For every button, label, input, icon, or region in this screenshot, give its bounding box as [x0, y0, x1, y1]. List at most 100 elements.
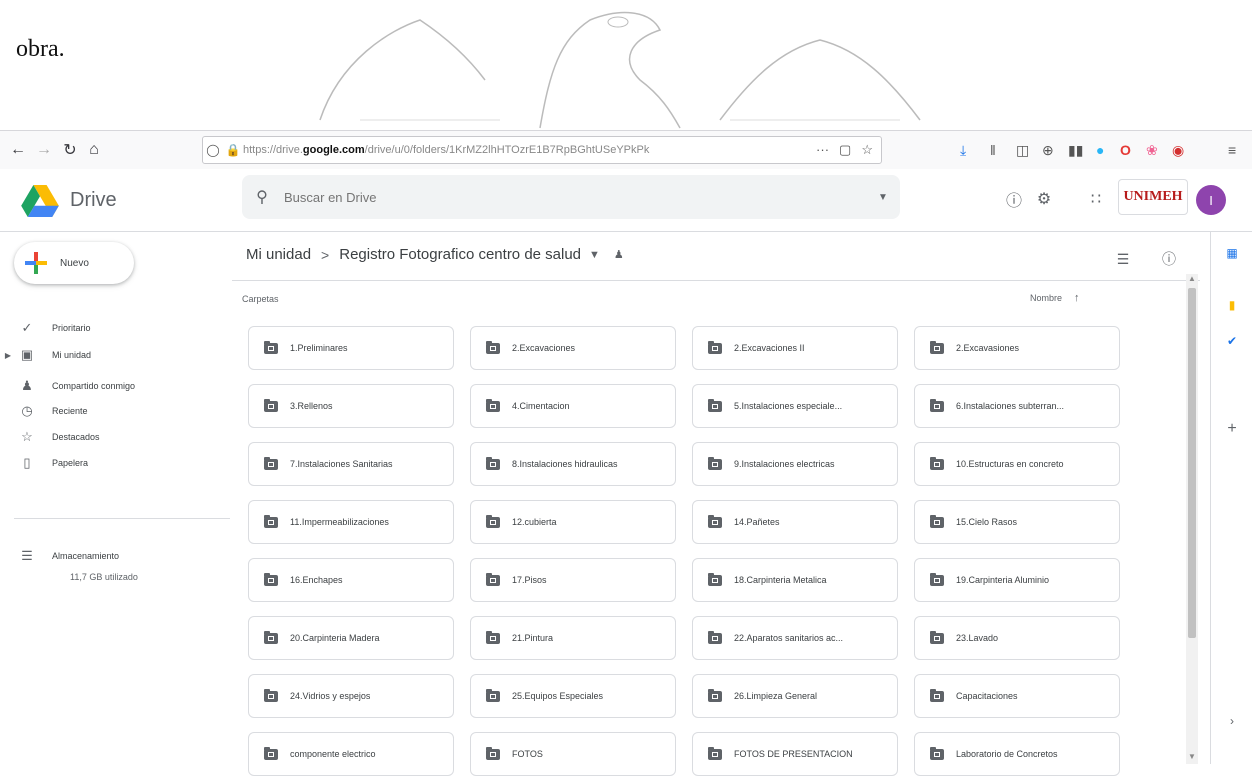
folder-item[interactable]: 6.Instalaciones subterran...: [914, 384, 1120, 428]
scroll-down-icon[interactable]: ▼: [1188, 752, 1196, 761]
sidebar-divider: [14, 518, 230, 519]
folder-item[interactable]: 12.cubierta: [470, 500, 676, 544]
folder-item[interactable]: 5.Instalaciones especiale...: [692, 384, 898, 428]
avatar[interactable]: I: [1196, 185, 1226, 215]
folder-item[interactable]: 23.Lavado: [914, 616, 1120, 660]
search-bar[interactable]: ⚲ ▼: [242, 175, 900, 219]
bookmark-star-icon[interactable]: ☆: [861, 142, 873, 158]
breadcrumb-root[interactable]: Mi unidad: [246, 246, 311, 263]
folder-item[interactable]: FOTOS: [470, 732, 676, 776]
reload-icon[interactable]: ↻: [58, 138, 82, 162]
search-icon[interactable]: ⚲: [242, 187, 282, 207]
shared-folder-icon: [708, 688, 722, 702]
folder-item[interactable]: 22.Aparatos sanitarios ac...: [692, 616, 898, 660]
extension-red-icon[interactable]: ◉: [1172, 140, 1184, 160]
keep-icon[interactable]: ▮: [1223, 296, 1241, 314]
calendar-icon[interactable]: ▦: [1223, 244, 1241, 262]
folder-name: 21.Pintura: [512, 633, 554, 643]
folder-item[interactable]: 1.Preliminares: [248, 326, 454, 370]
new-button[interactable]: Nuevo: [14, 242, 134, 284]
help-icon[interactable]: ⓘ: [1002, 187, 1026, 211]
download-icon[interactable]: ⤓: [960, 140, 966, 160]
sidebar-item-storage[interactable]: ☰ Almacenamiento: [0, 544, 220, 568]
folder-item[interactable]: 9.Instalaciones electricas: [692, 442, 898, 486]
search-input[interactable]: [282, 188, 866, 206]
folder-name: 24.Vidrios y espejos: [290, 691, 371, 701]
search-options-icon[interactable]: ▼: [866, 192, 900, 203]
extension-bars-icon[interactable]: ▮▮: [1068, 140, 1083, 160]
shared-folder-icon: [264, 514, 278, 528]
plus-icon: [14, 242, 60, 284]
organization-logo[interactable]: UNIMEH: [1118, 179, 1188, 215]
tasks-icon[interactable]: ✔: [1223, 332, 1241, 350]
shield-icon[interactable]: ◯: [203, 143, 223, 157]
folder-item[interactable]: 15.Cielo Rasos: [914, 500, 1120, 544]
folder-item[interactable]: 7.Instalaciones Sanitarias: [248, 442, 454, 486]
sidebar-item-papelera[interactable]: ▯ Papelera: [0, 451, 220, 475]
folder-item[interactable]: 3.Rellenos: [248, 384, 454, 428]
drive-logo-icon[interactable]: [20, 185, 60, 217]
folder-item[interactable]: 21.Pintura: [470, 616, 676, 660]
folder-item[interactable]: Capacitaciones: [914, 674, 1120, 718]
folder-name: 15.Cielo Rasos: [956, 517, 1018, 527]
sidebar-item-compartido[interactable]: ♟ Compartido conmigo: [0, 374, 220, 398]
sort-label[interactable]: Nombre: [1030, 293, 1062, 303]
folder-item[interactable]: FOTOS DE PRESENTACION: [692, 732, 898, 776]
page-actions-icon[interactable]: ···: [816, 142, 829, 158]
home-icon[interactable]: ⌂: [82, 138, 106, 162]
folder-item[interactable]: 19.Carpinteria Aluminio: [914, 558, 1120, 602]
folder-item[interactable]: 11.Impermeabilizaciones: [248, 500, 454, 544]
folder-menu-caret-icon[interactable]: ▼: [589, 249, 600, 261]
folder-item[interactable]: 2.Excavaciones: [470, 326, 676, 370]
forward-icon[interactable]: →: [32, 138, 56, 162]
folder-item[interactable]: 17.Pisos: [470, 558, 676, 602]
list-view-icon[interactable]: ☰: [1112, 248, 1134, 270]
url-bar[interactable]: ◯ 🔒 https://drive.google.com/drive/u/0/f…: [202, 136, 882, 164]
scrollbar-thumb[interactable]: [1188, 288, 1196, 638]
info-icon[interactable]: ⓘ: [1158, 248, 1180, 270]
back-icon[interactable]: ←: [6, 138, 30, 162]
sidebar-item-mi-unidad[interactable]: ▶ ▣ Mi unidad: [0, 343, 220, 367]
scroll-up-icon[interactable]: ▲: [1188, 274, 1196, 283]
expand-panel-icon[interactable]: ›: [1223, 712, 1241, 730]
menu-hamburger-icon[interactable]: ≡: [1228, 140, 1236, 160]
url-text[interactable]: https://drive.google.com/drive/u/0/folde…: [243, 144, 816, 156]
sidebar-item-prioritario[interactable]: ✓ Prioritario: [0, 316, 220, 340]
breadcrumb-current[interactable]: Registro Fotografico centro de salud: [339, 246, 581, 263]
sidebar-toggle-icon[interactable]: ◫: [1016, 140, 1029, 160]
add-addon-icon[interactable]: +: [1223, 420, 1241, 438]
folder-name: 16.Enchapes: [290, 575, 343, 585]
folder-item[interactable]: 20.Carpinteria Madera: [248, 616, 454, 660]
lock-icon[interactable]: 🔒: [223, 143, 243, 157]
folder-item[interactable]: 24.Vidrios y espejos: [248, 674, 454, 718]
folder-item[interactable]: 25.Equipos Especiales: [470, 674, 676, 718]
shared-folder-icon: [930, 688, 944, 702]
folder-item[interactable]: 18.Carpinteria Metalica: [692, 558, 898, 602]
shared-people-icon: ♟: [613, 249, 624, 261]
folder-item[interactable]: 2.Excavaciones II: [692, 326, 898, 370]
folder-item[interactable]: 4.Cimentacion: [470, 384, 676, 428]
folder-item[interactable]: 16.Enchapes: [248, 558, 454, 602]
folder-item[interactable]: 10.Estructuras en concreto: [914, 442, 1120, 486]
extension-flower-icon[interactable]: ❀: [1146, 140, 1158, 160]
opera-icon[interactable]: O: [1120, 140, 1131, 160]
expand-arrow-icon[interactable]: ▶: [0, 351, 16, 360]
folder-item[interactable]: 14.Pañetes: [692, 500, 898, 544]
folder-item[interactable]: Laboratorio de Concretos: [914, 732, 1120, 776]
pocket-icon[interactable]: ▢: [839, 142, 851, 158]
apps-grid-icon[interactable]: ∷: [1084, 187, 1108, 211]
sort-control[interactable]: Nombre ↑: [1030, 292, 1080, 304]
settings-gear-icon[interactable]: ⚙: [1032, 187, 1056, 211]
sidebar-item-reciente[interactable]: ◷ Reciente: [0, 399, 220, 423]
library-icon[interactable]: ‖: [990, 140, 996, 160]
sidebar-item-destacados[interactable]: ☆ Destacados: [0, 425, 220, 449]
folder-item[interactable]: 26.Limpieza General: [692, 674, 898, 718]
folder-item[interactable]: 8.Instalaciones hidraulicas: [470, 442, 676, 486]
sort-arrow-icon[interactable]: ↑: [1074, 292, 1080, 304]
folder-item[interactable]: componente electrico: [248, 732, 454, 776]
account-icon[interactable]: ⊕: [1042, 140, 1054, 160]
folder-item[interactable]: 2.Excavasiones: [914, 326, 1120, 370]
extension-drop-icon[interactable]: ●: [1096, 140, 1104, 160]
shared-folder-icon: [708, 398, 722, 412]
brand-name[interactable]: Drive: [70, 189, 117, 212]
